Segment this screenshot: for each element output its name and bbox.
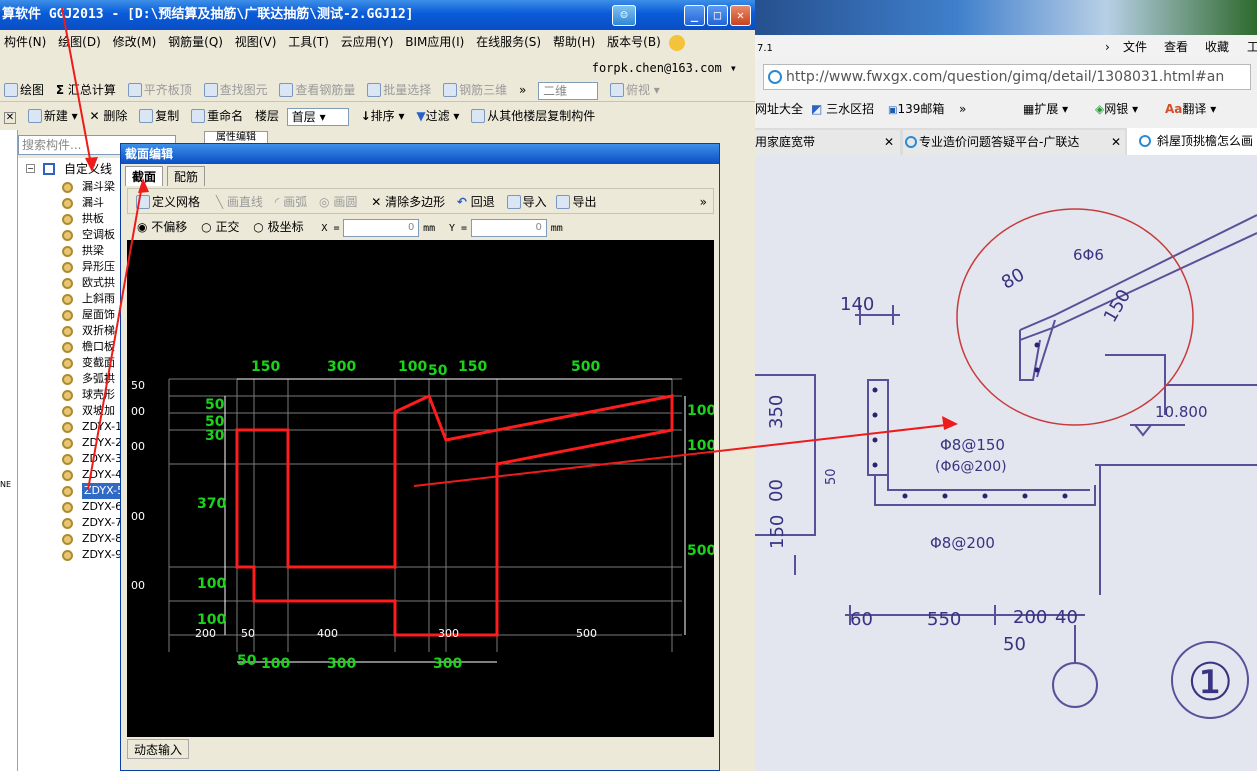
annotation-arrows <box>61 7 958 491</box>
